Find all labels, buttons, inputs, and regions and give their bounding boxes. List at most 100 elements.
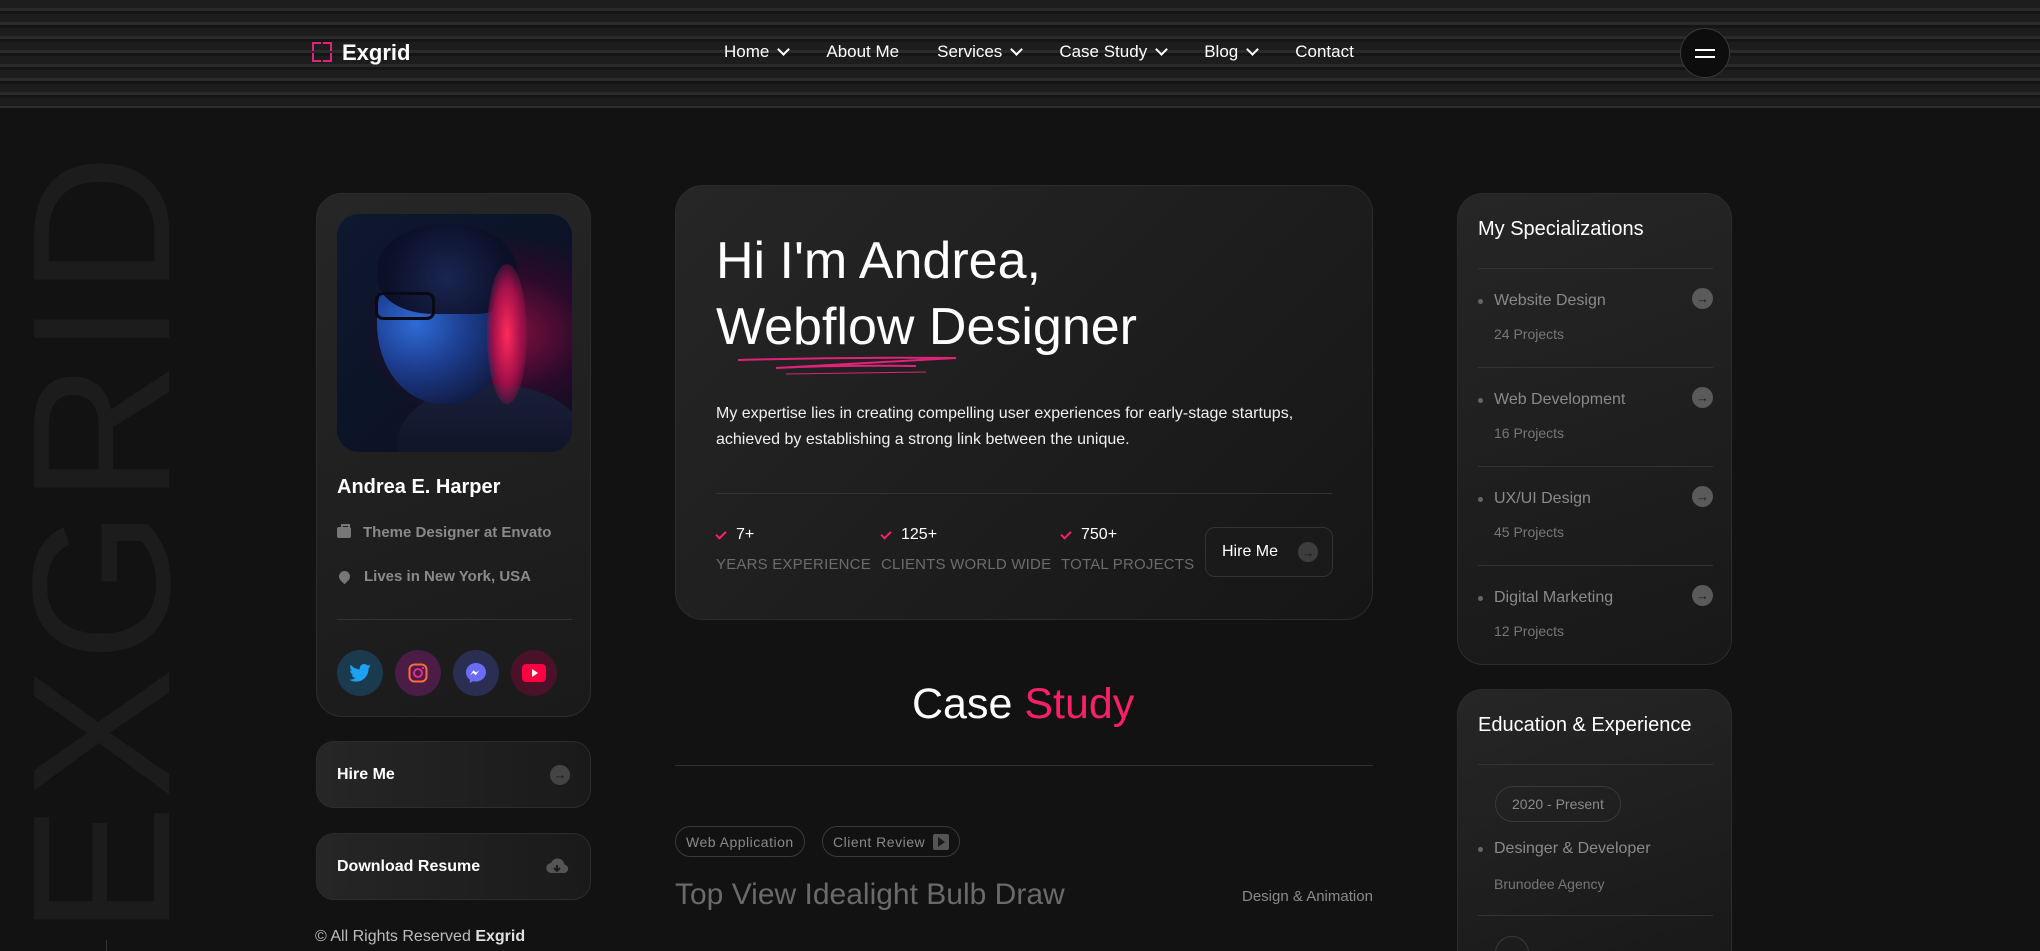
download-resume-button[interactable]: Download Resume — [316, 833, 591, 900]
nav-label: Contact — [1295, 42, 1354, 61]
nav-contact[interactable]: Contact — [1295, 42, 1354, 62]
logo-icon — [312, 42, 334, 64]
hamburger-menu-button[interactable] — [1680, 28, 1730, 78]
stat-value: 750+ — [1081, 526, 1118, 543]
stat-years: 7+ YEARS EXPERIENCE — [715, 526, 871, 573]
nav-label: Blog — [1204, 42, 1239, 61]
brand-logo[interactable]: Exgrid — [312, 40, 410, 66]
profile-photo — [337, 214, 572, 452]
nav-services[interactable]: Services — [937, 42, 1024, 62]
education-card: Education & Experience 2020 - Present De… — [1457, 689, 1732, 951]
briefcase-icon — [337, 524, 351, 538]
case-study-heading: Case Study — [912, 680, 1134, 729]
hero-heading: Hi I'm Andrea, Webflow Designer — [716, 228, 1137, 360]
location-pin-icon — [336, 568, 353, 585]
copyright-prefix: © All Rights Reserved — [315, 928, 471, 945]
chevron-down-icon — [1010, 43, 1024, 56]
divider — [1478, 915, 1713, 916]
underline-scribble — [737, 356, 957, 375]
bullet — [1478, 847, 1483, 852]
stat-value: 125+ — [901, 526, 938, 543]
messenger-link[interactable] — [453, 650, 499, 696]
chevron-down-icon — [777, 43, 791, 56]
profile-card: Andrea E. Harper Theme Designer at Envat… — [316, 193, 591, 717]
profile-location-text: Lives in New York, USA — [364, 568, 531, 585]
profile-location: Lives in New York, USA — [336, 568, 531, 585]
nav-label: Home — [724, 42, 770, 61]
project-title[interactable]: Top View Idealight Bulb Draw — [675, 878, 1065, 912]
stat-clients: 125+ CLIENTS WORLD WIDE — [880, 526, 1052, 573]
divider — [675, 765, 1373, 766]
instagram-icon — [408, 663, 428, 683]
tag-client-review[interactable]: Client Review — [822, 826, 961, 857]
nav-label: About Me — [826, 42, 900, 61]
tag-label: Client Review — [833, 833, 926, 850]
nav-home[interactable]: Home — [724, 42, 791, 62]
case-study-title-a: Case — [912, 680, 1013, 728]
stat-value: 7+ — [736, 526, 755, 543]
tag-label: Web Application — [686, 833, 794, 850]
youtube-icon — [522, 664, 546, 682]
spec-name: UX/UI Design — [1494, 490, 1591, 507]
project-category: Design & Animation — [1242, 888, 1373, 905]
instagram-link[interactable] — [395, 650, 441, 696]
specializations-title: My Specializations — [1478, 218, 1644, 240]
profile-job: Theme Designer at Envato — [337, 524, 551, 541]
edu-role: Desinger & Developer — [1494, 840, 1651, 857]
hire-me-button[interactable]: Hire Me → — [316, 741, 591, 808]
check-icon — [1060, 527, 1072, 540]
hero-heading-line2: Webflow Designer — [716, 298, 1138, 356]
arrow-right-icon[interactable]: → — [1692, 387, 1713, 408]
hire-me-label: Hire Me — [337, 765, 395, 783]
arrow-right-icon: → — [1298, 542, 1318, 562]
cloud-download-icon — [546, 857, 569, 873]
spec-name: Web Development — [1494, 391, 1626, 408]
nav-label: Case Study — [1059, 42, 1148, 61]
spec-count: 12 Projects — [1494, 623, 1565, 639]
nav-case-study[interactable]: Case Study — [1059, 42, 1169, 62]
hero-hire-label: Hire Me — [1222, 543, 1279, 560]
spec-count: 45 Projects — [1494, 524, 1565, 540]
chevron-down-icon — [1246, 43, 1260, 56]
divider — [337, 619, 572, 620]
stat-projects: 750+ TOTAL PROJECTS — [1060, 526, 1195, 573]
nav-label: Services — [937, 42, 1003, 61]
hero-description: My expertise lies in creating compelling… — [716, 405, 1294, 448]
arrow-right-icon[interactable]: → — [1692, 288, 1713, 309]
youtube-link[interactable] — [511, 650, 557, 696]
nav-blog[interactable]: Blog — [1204, 42, 1260, 62]
spec-name: Digital Marketing — [1494, 589, 1614, 606]
hero-heading-line1: Hi I'm Andrea, — [716, 232, 1041, 290]
arrow-right-icon[interactable]: → — [1692, 585, 1713, 606]
play-icon — [933, 833, 950, 850]
tag-web-application[interactable]: Web Application — [675, 826, 805, 857]
check-icon — [715, 527, 727, 540]
main-nav: Home About Me Services Case Study Blog C… — [724, 42, 1392, 62]
arrow-right-icon: → — [550, 764, 570, 785]
arrow-right-icon[interactable]: → — [1692, 486, 1713, 507]
copyright-brand: Exgrid — [475, 928, 526, 945]
profile-job-text: Theme Designer at Envato — [363, 524, 552, 541]
period-pill: 2020 - Present — [1495, 786, 1621, 822]
hero-card: Hi I'm Andrea, Webflow Designer My exper… — [675, 185, 1373, 620]
stat-label: TOTAL PROJECTS — [1061, 556, 1195, 573]
site-header: Exgrid Home About Me Services Case Study… — [0, 0, 2040, 108]
period-pill — [1495, 936, 1529, 951]
twitter-link[interactable] — [337, 650, 383, 696]
education-title: Education & Experience — [1478, 714, 1692, 736]
menu-bar — [1695, 55, 1715, 58]
hero-hire-button[interactable]: Hire Me → — [1205, 527, 1333, 577]
menu-bar — [1695, 48, 1715, 51]
nav-about[interactable]: About Me — [826, 42, 899, 62]
divider — [106, 940, 107, 951]
spec-count: 24 Projects — [1494, 326, 1565, 342]
divider — [716, 493, 1332, 494]
specializations-card: My Specializations Website Design 24 Pro… — [1457, 193, 1732, 665]
vertical-watermark: EXGRID — [0, 148, 211, 935]
edu-org: Brunodee Agency — [1494, 876, 1605, 892]
divider — [1478, 764, 1713, 765]
stat-label: CLIENTS WORLD WIDE — [881, 556, 1052, 573]
spec-name: Website Design — [1494, 292, 1606, 309]
social-links — [337, 650, 557, 696]
twitter-icon — [349, 664, 371, 682]
